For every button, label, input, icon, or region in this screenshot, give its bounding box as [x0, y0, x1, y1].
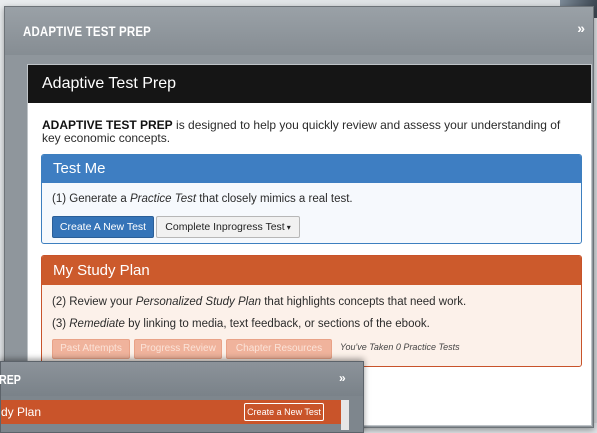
front-scrollbar[interactable] — [341, 400, 349, 430]
tests-taken-count: You've Taken 0 Practice Tests — [340, 342, 460, 352]
panel-title: Adaptive Test Prep — [42, 75, 177, 92]
panel-header: Adaptive Test Prep — [28, 65, 591, 103]
back-window-titlebar: ADAPTIVE TEST PREP » — [5, 7, 593, 55]
front-expand-chevron-icon[interactable]: » — [339, 371, 346, 385]
create-new-test-button[interactable]: Create A New Test — [52, 216, 154, 238]
chapter-resources-button[interactable]: Chapter Resources — [226, 339, 332, 359]
test-me-line-suffix: that closely mimics a real test. — [196, 193, 353, 205]
progress-review-button[interactable]: Progress Review — [134, 339, 222, 359]
line2-suffix: that highlights concepts that need work. — [261, 296, 467, 308]
front-window-title: REP — [0, 372, 21, 387]
line2-prefix: (2) Review your — [52, 296, 136, 308]
back-window-title: ADAPTIVE TEST PREP — [23, 23, 151, 39]
front-window: REP » dy Plan Create a New Test — [0, 361, 364, 433]
test-me-card: Test Me (1) Generate a Practice Test tha… — [41, 154, 582, 244]
expand-chevron-icon[interactable]: » — [577, 20, 585, 36]
front-study-plan-strip: dy Plan Create a New Test — [1, 400, 341, 424]
study-plan-line-2: (2) Review your Personalized Study Plan … — [52, 296, 466, 308]
study-plan-line-3: (3) Remediate by linking to media, text … — [52, 318, 430, 330]
front-strip-title: dy Plan — [1, 405, 42, 419]
past-attempts-button[interactable]: Past Attempts — [52, 339, 130, 359]
test-me-line-prefix: (1) Generate a — [52, 193, 130, 205]
intro-bold: ADAPTIVE TEST PREP — [42, 118, 173, 132]
front-create-new-test-button[interactable]: Create a New Test — [244, 403, 324, 421]
line3-em: Remediate — [69, 318, 125, 330]
study-plan-card: My Study Plan (2) Review your Personaliz… — [41, 255, 582, 367]
line3-prefix: (3) — [52, 318, 70, 330]
test-me-description: (1) Generate a Practice Test that closel… — [52, 193, 353, 205]
front-window-titlebar: REP » — [0, 362, 363, 396]
study-plan-title: My Study Plan — [42, 256, 581, 285]
test-me-title: Test Me — [42, 155, 581, 183]
line2-em: Personalized Study Plan — [135, 296, 262, 308]
caret-down-icon: ▾ — [286, 223, 291, 232]
line3-suffix: by linking to media, text feedback, or s… — [124, 318, 430, 330]
test-me-line-em: Practice Test — [129, 193, 197, 205]
complete-inprogress-test-label: Complete Inprogress Test — [165, 221, 285, 233]
intro-text: ADAPTIVE TEST PREP is designed to help y… — [42, 119, 572, 145]
complete-inprogress-test-button[interactable]: Complete Inprogress Test ▾ — [156, 216, 300, 238]
